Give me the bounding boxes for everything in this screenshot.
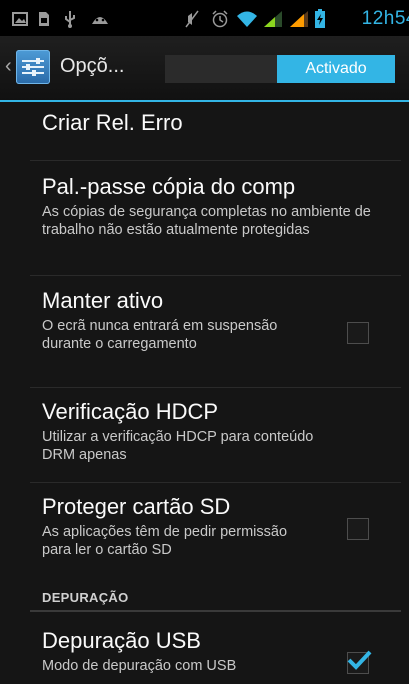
pref-summary: As aplicações têm de pedir permissão par… — [42, 524, 288, 558]
pref-usb-debugging[interactable]: Depuração USB Modo de depuração com USB — [42, 628, 319, 675]
pref-summary: Modo de depuração com USB — [42, 658, 237, 674]
stay-awake-checkbox[interactable] — [347, 322, 369, 344]
alarm-icon — [211, 10, 229, 28]
pref-title: Depuração USB — [42, 628, 201, 653]
android-debug-icon — [90, 10, 110, 28]
mute-icon — [185, 10, 199, 28]
sim-icon — [38, 10, 50, 28]
pref-stay-awake[interactable]: Manter ativo O ecrã nunca entrará em sus… — [42, 288, 289, 353]
divider — [30, 275, 401, 276]
pref-backup-password[interactable]: Pal.-passe cópia do comp As cópias de se… — [42, 174, 379, 239]
pref-title: Verificação HDCP — [42, 399, 219, 424]
pref-title: Manter ativo — [42, 288, 164, 313]
pref-summary: Utilizar a verificação HDCP para conteúd… — [42, 429, 314, 463]
divider — [30, 160, 401, 161]
divider — [30, 482, 401, 483]
divider — [30, 387, 401, 388]
status-clock: 12h54 — [361, 8, 409, 29]
pref-title: Criar Rel. Erro — [42, 110, 183, 135]
switch-on-label: Activado — [277, 55, 395, 83]
pref-hdcp-check[interactable]: Verificação HDCP Utilizar a verificação … — [42, 399, 329, 464]
signal-2-icon — [289, 10, 309, 28]
settings-app-icon[interactable] — [16, 50, 50, 84]
pref-summary: O ecrã nunca entrará em suspensão durant… — [42, 318, 278, 352]
category-divider — [30, 610, 401, 612]
pref-title: Pal.-passe cópia do comp — [42, 174, 296, 199]
protect-sd-checkbox[interactable] — [347, 518, 369, 540]
battery-icon — [314, 9, 326, 28]
checkmark-icon — [347, 650, 372, 670]
pref-summary: As cópias de segurança completas no ambi… — [42, 204, 371, 238]
action-bar: ‹ Opçõ... Activado — [0, 36, 409, 102]
signal-1-icon — [263, 10, 283, 28]
gallery-icon — [12, 10, 28, 28]
pref-protect-sd[interactable]: Proteger cartão SD As aplicações têm de … — [42, 494, 319, 559]
usb-icon — [64, 10, 76, 28]
developer-options-switch[interactable]: Activado — [165, 55, 395, 83]
pref-title: Proteger cartão SD — [42, 494, 231, 519]
wifi-icon — [236, 10, 258, 28]
back-caret-icon[interactable]: ‹ — [5, 56, 13, 76]
settings-list: Criar Rel. Erro Pal.-passe cópia do comp… — [0, 102, 409, 684]
pref-bug-report[interactable]: Criar Rel. Erro — [42, 110, 409, 136]
status-bar: 12h54 — [0, 0, 409, 36]
category-debugging: DEPURAÇÃO — [42, 590, 129, 605]
page-title: Opçõ... — [60, 55, 125, 77]
usb-debugging-checkbox[interactable] — [347, 650, 372, 674]
